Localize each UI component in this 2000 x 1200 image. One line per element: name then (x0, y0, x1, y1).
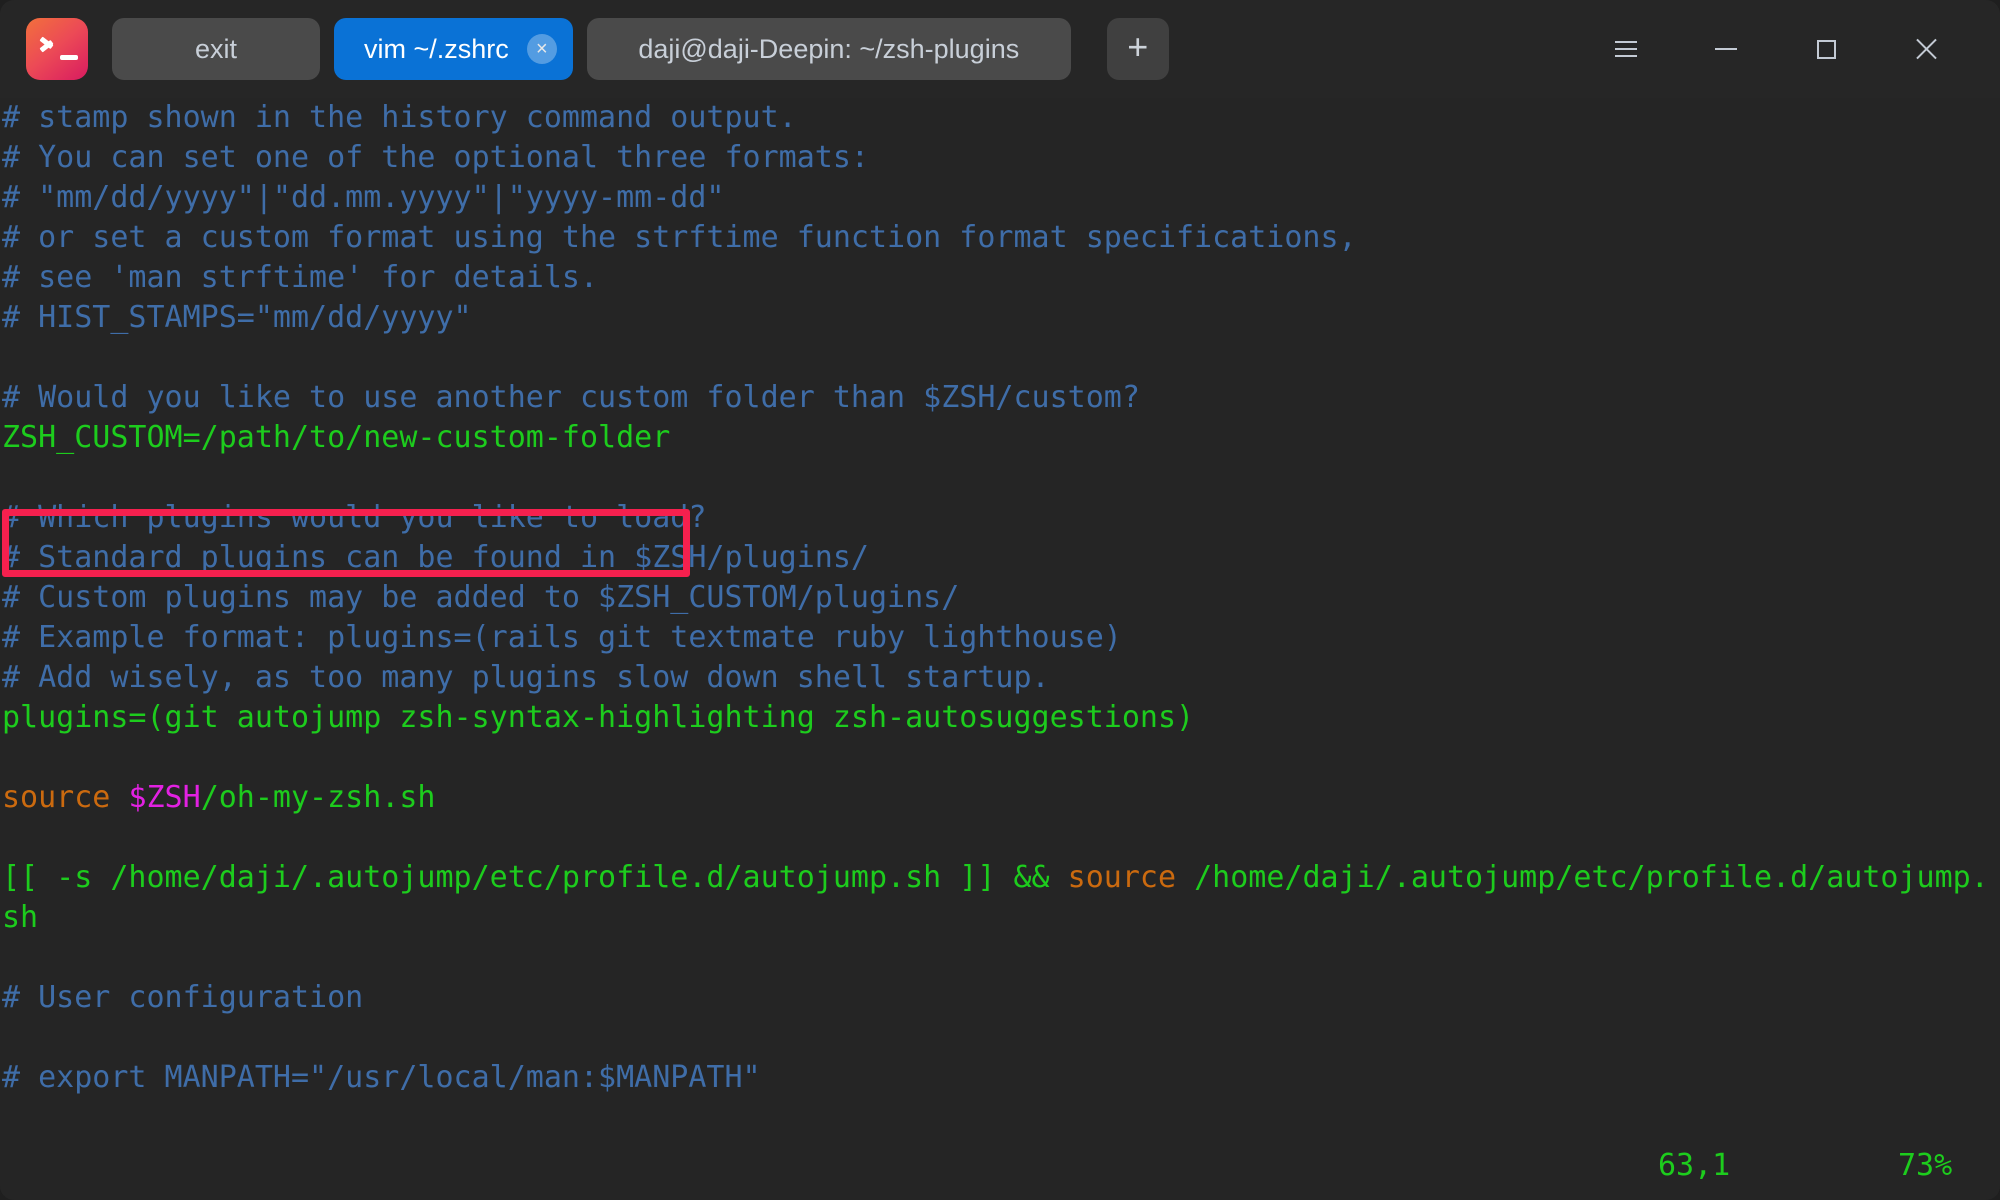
terminal-line: # HIST_STAMPS="mm/dd/yyyy" (2, 300, 472, 335)
terminal-content[interactable]: # stamp shown in the history command out… (0, 98, 2000, 1200)
terminal-line: # stamp shown in the history command out… (2, 100, 797, 135)
terminal-line-autojump-wrap: sh (2, 900, 39, 935)
chevron-right-glyph (41, 35, 57, 51)
underscore-glyph (60, 55, 78, 60)
titlebar: exit vim ~/.zshrc × daji@daji-Deepin: ~/… (0, 0, 2000, 98)
tab-vim-zshrc[interactable]: vim ~/.zshrc × (334, 18, 573, 80)
source-zsh-seg-3: /oh-my-zsh.sh (200, 780, 436, 815)
autojump-seg-2: /home/daji/.autojump/etc/profile.d/autoj… (1176, 860, 1989, 895)
terminal-line: # Custom plugins may be added to $ZSH_CU… (2, 580, 960, 615)
terminal-line-zsh-custom: ZSH_CUSTOM=/path/to/new-custom-folder (2, 420, 671, 455)
terminal-line-source-zsh: source $ZSH/oh-my-zsh.sh (0, 778, 2000, 818)
terminal-line: # Would you like to use another custom f… (2, 380, 1140, 415)
source-zsh-seg-1 (110, 780, 128, 815)
terminal-line: # Example format: plugins=(rails git tex… (2, 620, 1122, 655)
terminal-line: # or set a custom format using the strft… (2, 220, 1357, 255)
close-button[interactable] (1876, 0, 1976, 98)
menu-icon (1615, 41, 1637, 57)
vim-status-line: 63,1 73% (0, 1146, 2000, 1186)
scroll-percent: 73% (1898, 1148, 1953, 1183)
terminal-line: # Standard plugins can be found in $ZSH/… (2, 540, 869, 575)
close-icon (1914, 37, 1938, 61)
tab-daji-shell-label: daji@daji-Deepin: ~/zsh-plugins (638, 33, 1020, 64)
tab-daji-shell[interactable]: daji@daji-Deepin: ~/zsh-plugins (586, 18, 1071, 80)
tab-close-icon[interactable]: × (526, 34, 557, 64)
maximize-button[interactable] (1776, 0, 1876, 98)
autojump-seg-1: source (1067, 860, 1177, 895)
tab-vim-zshrc-label: vim ~/.zshrc (364, 33, 509, 64)
terminal-line: # see 'man strftime' for details. (2, 260, 599, 295)
terminal-line: # You can set one of the optional three … (2, 140, 869, 175)
cursor-position: 63,1 (1658, 1148, 1731, 1183)
terminal-line: # export MANPATH="/usr/local/man:$MANPAT… (2, 1060, 761, 1095)
autojump-seg-0: [[ -s /home/daji/.autojump/etc/profile.d… (2, 860, 1068, 895)
terminal-line: # "mm/dd/yyyy"|"dd.mm.yyyy"|"yyyy-mm-dd" (2, 180, 725, 215)
source-zsh-seg-0: source (2, 780, 111, 815)
minimize-icon (1715, 48, 1737, 50)
terminal-window: exit vim ~/.zshrc × daji@daji-Deepin: ~/… (0, 0, 2000, 1200)
tab-strip: exit vim ~/.zshrc × daji@daji-Deepin: ~/… (112, 18, 1169, 80)
terminal-line: # Which plugins would you like to load? (2, 500, 707, 535)
terminal-prompt-icon (26, 18, 88, 80)
terminal-line-autojump: [[ -s /home/daji/.autojump/etc/profile.d… (0, 858, 2000, 898)
minimize-button[interactable] (1676, 0, 1776, 98)
new-tab-button[interactable]: + (1106, 18, 1169, 80)
menu-button[interactable] (1576, 0, 1676, 98)
tab-exit[interactable]: exit (112, 18, 320, 80)
terminal-line: # User configuration (2, 980, 364, 1015)
maximize-icon (1816, 39, 1836, 59)
window-controls (1576, 0, 2000, 98)
source-zsh-seg-2: $ZSH (128, 780, 201, 815)
terminal-line: # Add wisely, as too many plugins slow d… (2, 660, 1050, 695)
tab-exit-label: exit (194, 33, 238, 64)
terminal-line-plugins: plugins=(git autojump zsh-syntax-highlig… (2, 700, 1195, 735)
